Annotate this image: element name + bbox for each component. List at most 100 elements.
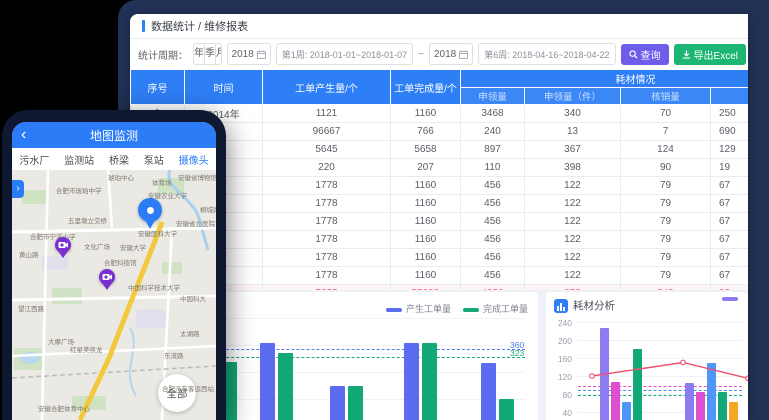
table-cell: 79 [621, 213, 711, 231]
start-week-range[interactable]: 第1周: 2018-01-01~2018-01-07 [276, 43, 413, 65]
subcol-header-1: 申领量 [461, 88, 525, 105]
legend-swatch [386, 308, 402, 312]
table-cell: 1160 [391, 267, 461, 285]
end-year-value: 2018 [434, 49, 456, 60]
pin-head [138, 198, 162, 222]
table-cell: 1778 [263, 177, 391, 195]
table-cell: 70 [621, 105, 711, 123]
table-cell: 124 [621, 141, 711, 159]
map-view[interactable]: › 全部 琥珀中心体育场合肥市琥珀中学安徽农业大学安徽省博物馆桐城路五里墩立交桥… [12, 170, 216, 420]
table-cell: 13 [525, 123, 621, 141]
table-cell: 250 [711, 105, 749, 123]
workorder-chart-legend: 产生工单量 完成工单量 [386, 299, 528, 317]
end-week-range[interactable]: 第6周: 2018-04-16~2018-04-22 [478, 43, 615, 65]
map-label: 合肥市琥珀中学 [56, 185, 102, 195]
map-label: 合肥汽车客运西站 [162, 383, 214, 393]
table-cell: 456 [461, 213, 525, 231]
table-cell: 1160 [391, 105, 461, 123]
map-label: 红星美凯龙 [70, 344, 103, 354]
end-year-select[interactable]: 2018 [429, 43, 473, 65]
pin-tail [145, 220, 155, 229]
table-cell: 19 [711, 159, 749, 177]
range-separator: ~ [418, 49, 424, 60]
period-option[interactable]: 月 [216, 44, 222, 64]
workorder-bar [330, 386, 345, 420]
table-cell: 67 [711, 267, 749, 285]
phone-tab[interactable]: 桥梁 [109, 149, 129, 170]
phone-tab[interactable]: 摄像头 [179, 149, 209, 170]
workorder-bar [422, 343, 437, 420]
map-label: 安徽合肥体育中心 [38, 403, 90, 413]
map-label: 中国科学技术大学 [128, 282, 180, 292]
phone-tab[interactable]: 污水厂 [19, 149, 49, 170]
table-cell: 67 [711, 231, 749, 249]
table-cell: 1160 [391, 195, 461, 213]
phone-tab[interactable]: 监测站 [64, 149, 94, 170]
table-cell: 897 [461, 141, 525, 159]
start-year-select[interactable]: 2018 [227, 43, 271, 65]
legend-item[interactable]: 产生工单量 [386, 299, 451, 317]
map-label: 中国科大 [180, 293, 206, 303]
table-cell: 79 [621, 195, 711, 213]
workorder-bar [499, 399, 514, 420]
table-cell: 33 [711, 285, 749, 291]
reference-label: 323 [510, 348, 524, 358]
line-point [590, 374, 595, 379]
period-option[interactable]: 季 [205, 44, 216, 64]
phone-tab[interactable]: 泵站 [144, 149, 164, 170]
search-icon [629, 50, 638, 59]
map-label: 合肥科技馆 [104, 257, 137, 267]
table-cell: 7635 [263, 285, 391, 291]
pin-tail [58, 251, 68, 258]
phone-tab-bar: 污水厂监测站桥梁泵站摄像头 [12, 148, 216, 171]
export-excel-button[interactable]: 导出Excel [674, 44, 746, 65]
table-cell: 398 [525, 159, 621, 177]
legend-label: 完成工单量 [483, 304, 528, 314]
period-segmented-control[interactable]: 年季月周日 [193, 43, 222, 65]
table-cell: 79 [621, 267, 711, 285]
table-cell: 90 [621, 159, 711, 177]
legend-label: 产生工单量 [406, 304, 451, 314]
calendar-icon [459, 50, 468, 59]
map-label: 琥珀中心 [108, 172, 134, 182]
map-label: 安徽医科大学 [138, 228, 177, 238]
phone-screen: ‹ 地图监测 污水厂监测站桥梁泵站摄像头 [12, 122, 216, 420]
stage: 数据统计 / 维修报表 统计周期： 年季月周日 2018 第1周: 2018-0… [0, 0, 769, 420]
phone-frame: ‹ 地图监测 污水厂监测站桥梁泵站摄像头 [2, 110, 226, 420]
table-cell: 349 [621, 285, 711, 291]
breadcrumb-text: 数据统计 / 维修报表 [151, 18, 248, 34]
table-cell: 79 [621, 231, 711, 249]
expand-panel-icon[interactable]: › [12, 180, 24, 198]
table-cell: 55390 [391, 285, 461, 291]
col-header-time: 时间 [185, 70, 263, 105]
back-icon[interactable]: ‹ [21, 123, 26, 147]
table-cell: 456 [461, 231, 525, 249]
legend-item[interactable]: 完成工单量 [463, 299, 528, 317]
breadcrumb-accent-bar [142, 20, 145, 32]
table-cell: 1778 [263, 249, 391, 267]
table-cell: 240 [461, 123, 525, 141]
show-all-button[interactable]: 全部 [158, 374, 196, 412]
map-label: 太湖路 [180, 328, 200, 338]
map-label: 安徽省立医院 [176, 218, 215, 228]
legend-swatch [463, 308, 479, 312]
table-cell: 1160 [391, 249, 461, 267]
map-label: 体育场 [152, 177, 172, 187]
table-cell: 207 [391, 159, 461, 177]
table-cell: 122 [525, 177, 621, 195]
table-cell: 129 [711, 141, 749, 159]
table-cell: 67 [711, 195, 749, 213]
table-cell: 456 [461, 249, 525, 267]
map-label: 黄山路 [19, 249, 39, 259]
query-button[interactable]: 查询 [621, 44, 669, 65]
phone-header: ‹ 地图监测 [12, 122, 216, 148]
subcol-header-2: 申领量（件） [525, 88, 621, 105]
consumable-chart-card: 耗材分析 2402001601208040 [546, 292, 748, 420]
table-cell: 67 [711, 249, 749, 267]
table-cell: 122 [525, 249, 621, 267]
table-cell: 1160 [391, 231, 461, 249]
period-option[interactable]: 年 [194, 44, 205, 64]
table-cell: 122 [525, 195, 621, 213]
table-cell: 340 [525, 105, 621, 123]
col-header-created: 工单产生量/个 [263, 70, 391, 105]
